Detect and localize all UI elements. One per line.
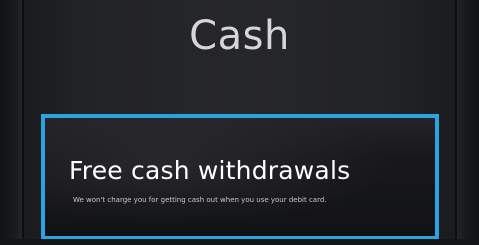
option-heading: Free cash withdrawals: [69, 156, 351, 185]
screen-title: Cash: [189, 13, 290, 59]
free-withdrawals-option[interactable]: Free cash withdrawals We won't charge yo…: [41, 114, 439, 240]
atm-screen-photo: Cash Free cash withdrawals We won't char…: [0, 0, 479, 245]
screen-glare: [45, 118, 435, 158]
option-subtext: We won't charge you for getting cash out…: [73, 196, 327, 204]
bottom-bezel: [0, 239, 479, 245]
